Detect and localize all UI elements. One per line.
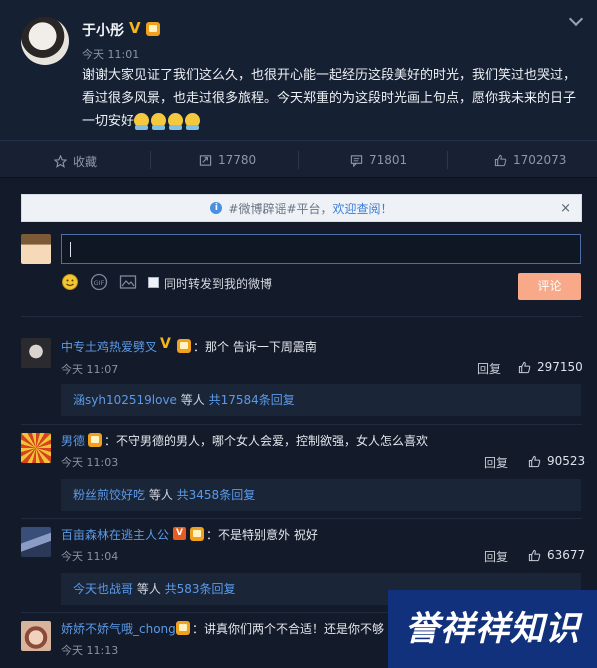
comment-time: 今天 11:04 <box>61 550 119 563</box>
comment-like-count: 90523 <box>547 454 586 468</box>
vip-crown-icon <box>176 621 190 635</box>
emoji-row <box>134 110 202 133</box>
hug-emoji-icon <box>134 113 150 130</box>
thread-mid-text: 等人 <box>133 582 165 596</box>
commenter-name[interactable]: 娇娇不娇气哦_chong <box>61 620 176 637</box>
thread-user[interactable]: 涵syh102519love <box>73 393 177 407</box>
verified-v-icon: V <box>129 19 141 37</box>
comment-text: ：那个 告诉一下周震南 <box>193 340 317 354</box>
svg-text:GIF: GIF <box>94 279 105 287</box>
thread-count[interactable]: 共17584条回复 <box>209 393 295 407</box>
action-divider <box>298 151 299 169</box>
repost-count: 17780 <box>218 153 257 167</box>
vip-crown-icon <box>88 433 102 447</box>
thread-user[interactable]: 粉丝煎饺好吃 <box>73 488 145 502</box>
comment-icon <box>350 154 363 167</box>
comment-like-count: 63677 <box>547 548 586 562</box>
notice-text: #微博辟谣#平台， <box>228 201 333 216</box>
post-time[interactable]: 今天 11:01 <box>82 46 139 62</box>
author-avatar[interactable] <box>21 17 69 65</box>
like-button[interactable]: 1702073 <box>494 153 566 167</box>
thread-mid-text: 等人 <box>145 488 177 502</box>
repost-checkbox-label[interactable]: 同时转发到我的微博 <box>164 275 272 292</box>
reply-button[interactable]: 回复 <box>477 360 501 377</box>
section-divider <box>21 518 582 519</box>
repost-button[interactable]: 17780 <box>199 153 256 167</box>
like-count: 1702073 <box>513 153 567 167</box>
watermark-logo: 誉祥祥知识 <box>388 590 597 668</box>
comment-time: 今天 11:03 <box>61 456 119 469</box>
thumbs-up-icon <box>494 154 507 166</box>
gif-icon[interactable]: GIF <box>90 273 108 291</box>
commenter-avatar[interactable] <box>21 527 51 557</box>
verified-v-icon: V <box>160 336 171 352</box>
favorite-button[interactable]: 收藏 <box>54 153 97 170</box>
hug-emoji-icon <box>185 113 201 130</box>
submit-comment-button[interactable]: 评论 <box>518 273 581 300</box>
thread-count[interactable]: 共583条回复 <box>165 582 236 596</box>
close-icon[interactable]: × <box>560 201 571 216</box>
comment-input[interactable] <box>61 234 581 264</box>
my-avatar <box>21 234 51 264</box>
comment-text: ：讲真你们两个不合适！还是你不够 <box>192 622 385 636</box>
hug-emoji-icon <box>168 113 184 130</box>
thread-count[interactable]: 共3458条回复 <box>177 488 256 502</box>
commenter-name[interactable]: 男德 <box>61 432 85 449</box>
post-text: 谢谢大家见证了我们这么久，也很开心能一起经历这段美好的时光，我们笑过也哭过，看过… <box>82 64 582 133</box>
image-icon[interactable] <box>119 273 137 291</box>
action-divider <box>447 151 448 169</box>
comment-count: 71801 <box>369 153 408 167</box>
repost-checkbox[interactable] <box>148 277 159 288</box>
vip-crown-icon <box>190 527 204 541</box>
comment-time: 今天 11:13 <box>61 644 119 657</box>
hug-emoji-icon <box>151 113 167 130</box>
section-divider <box>21 316 582 317</box>
verified-v-icon: V <box>173 527 186 540</box>
commenter-avatar[interactable] <box>21 621 51 651</box>
post-action-bar: 收藏 17780 71801 1702073 <box>0 140 597 178</box>
favorite-label: 收藏 <box>73 155 98 169</box>
comment-text: ：不守男德的男人，哪个女人会爱，控制欲强，女人怎么喜欢 <box>104 434 429 448</box>
thread-mid-text: 等人 <box>176 393 209 407</box>
reply-button[interactable]: 回复 <box>484 454 508 471</box>
star-icon <box>54 155 67 168</box>
reply-thread-link[interactable]: 粉丝煎饺好吃 等人 共3458条回复 <box>61 479 581 511</box>
info-icon: i <box>210 202 223 214</box>
commenter-avatar[interactable] <box>21 433 51 463</box>
thumbs-up-icon <box>518 361 531 373</box>
comment-text: ：不是特别意外 祝好 <box>206 528 318 542</box>
notice-link[interactable]: 欢迎查阅！ <box>333 200 393 217</box>
comment-like-button[interactable]: 63677 <box>528 548 585 562</box>
thread-user[interactable]: 今天也战哥 <box>73 582 133 596</box>
repost-icon <box>199 154 212 166</box>
comment-button[interactable]: 71801 <box>350 153 407 167</box>
emoji-picker-icon[interactable] <box>61 273 79 291</box>
reply-thread-link[interactable]: 涵syh102519love 等人 共17584条回复 <box>61 384 581 416</box>
comment-time: 今天 11:07 <box>61 363 119 376</box>
thumbs-up-icon <box>528 455 541 467</box>
comment-like-button[interactable]: 297150 <box>518 360 583 374</box>
vip-crown-icon <box>177 339 191 353</box>
commenter-avatar[interactable] <box>21 338 51 368</box>
commenter-name[interactable]: 百亩森林在逃主人公 <box>61 526 169 543</box>
comment-like-button[interactable]: 90523 <box>528 454 585 468</box>
section-divider <box>21 424 582 425</box>
thumbs-up-icon <box>528 549 541 561</box>
action-divider <box>150 151 151 169</box>
reply-button[interactable]: 回复 <box>484 548 508 565</box>
comment-like-count: 297150 <box>537 360 583 374</box>
commenter-name[interactable]: 中专土鸡热爱劈叉 <box>61 338 157 355</box>
chevron-down-icon[interactable] <box>568 11 584 27</box>
author-name[interactable]: 于小彤 <box>82 20 124 40</box>
watermark-text: 誉祥祥知识 <box>405 609 580 649</box>
weibo-post: 于小彤 V 今天 11:01 谢谢大家见证了我们这么久，也很开心能一起经历这段美… <box>0 0 597 140</box>
rumor-notice-banner: i #微博辟谣#平台， 欢迎查阅！ × <box>21 194 582 222</box>
text-caret <box>70 242 71 257</box>
vip-crown-icon <box>146 22 160 36</box>
